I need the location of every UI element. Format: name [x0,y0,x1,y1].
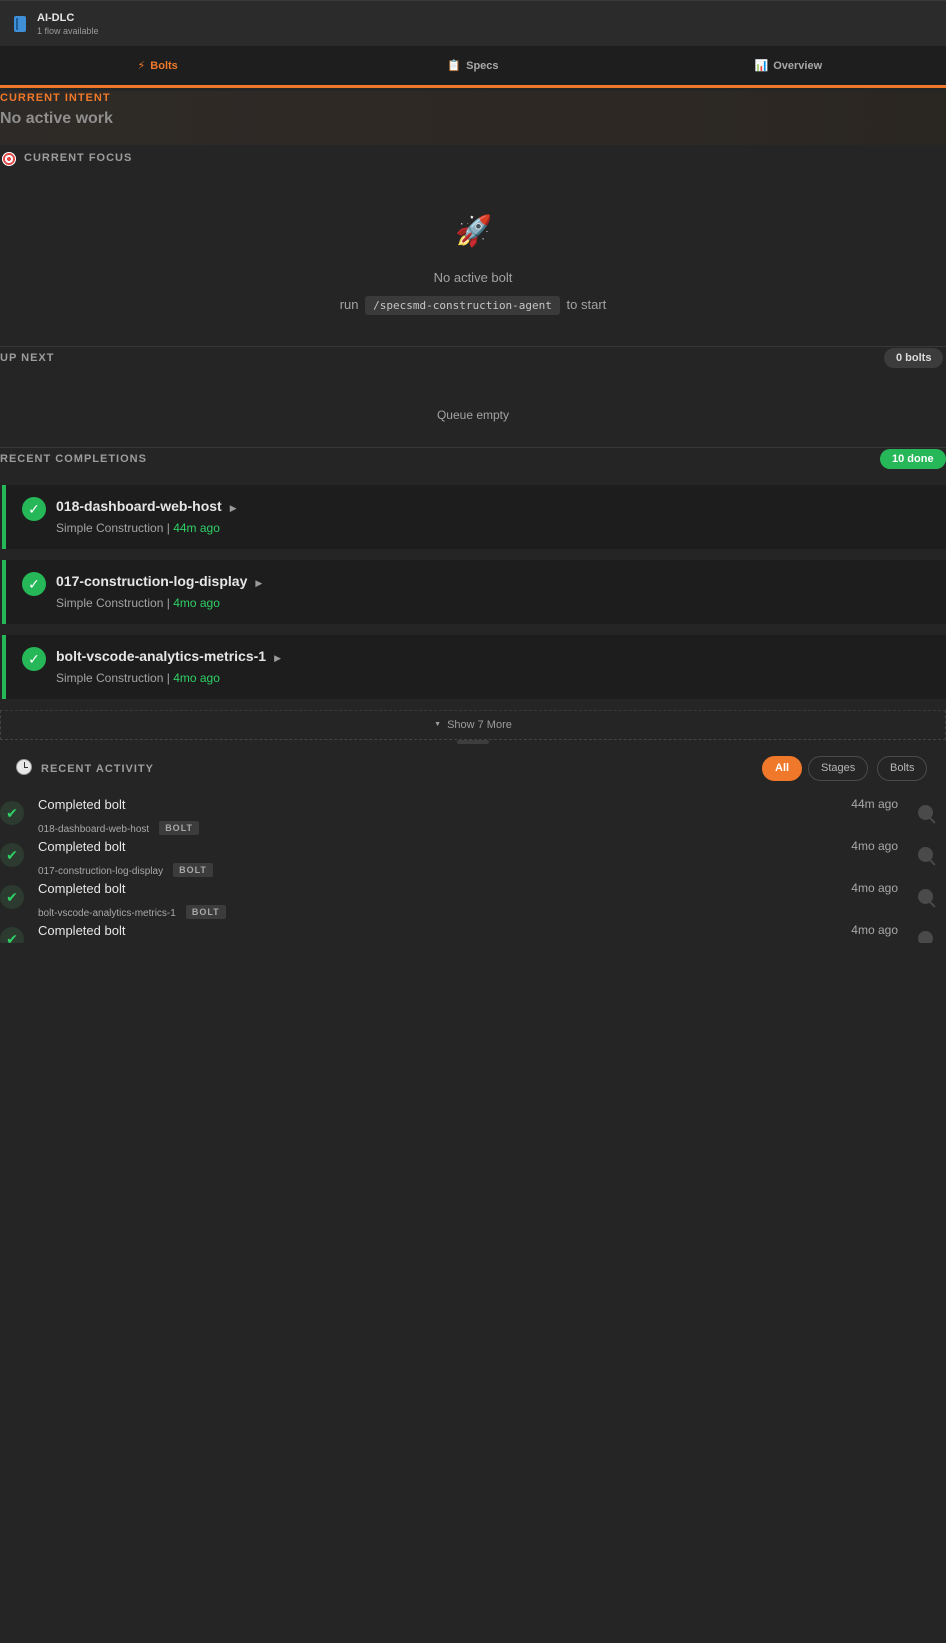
tab-bolts[interactable]: ⚡ Bolts [0,46,316,88]
expand-arrow-icon[interactable]: ▶ [274,653,281,663]
completion-name: 018-dashboard-web-host ▶ [56,498,237,514]
divider [0,447,946,448]
magnifier-icon[interactable] [918,889,933,904]
construction-type: Simple Construction [56,521,164,535]
activity-title: Completed bolt [38,881,126,896]
up-next-label: UP NEXT [0,352,55,364]
completion-time: 4mo ago [173,596,220,610]
checkmark-icon: ✔ [0,927,24,943]
tab-label: Overview [773,59,823,72]
activity-bolt-id: 018-dashboard-web-host BOLT [38,821,200,835]
activity-title: Completed bolt [38,839,126,854]
activity-time: 44m ago [851,797,898,811]
app-header: AI-DLC 1 flow available [0,0,946,46]
check-icon: ✓ [22,647,46,671]
app-title: AI-DLC [37,11,75,24]
recent-completions-label: RECENT COMPLETIONS [0,453,147,465]
chart-icon: 📊 [754,60,769,72]
completion-time: 44m ago [173,521,220,535]
checkmark-icon: ✔ [0,885,24,909]
book-icon [14,15,26,32]
tab-specs[interactable]: 📋 Specs [315,46,630,85]
check-icon: ✓ [22,572,46,596]
check-icon: ✓ [22,497,46,521]
tab-bar: ⚡ Bolts 📋 Specs 📊 Overview [0,46,946,88]
queue-empty-text: Queue empty [436,408,510,422]
completion-name: 017-construction-log-display ▶ [56,573,262,589]
filter-all-button[interactable]: All [762,756,803,781]
activity-item[interactable]: ✔ Completed bolt 4mo ago [0,923,946,943]
rocket-icon: 🚀 [455,215,493,248]
up-next-count-badge: 0 bolts [884,348,944,368]
completion-meta: Simple Construction | 4mo ago [56,671,220,685]
magnifier-icon[interactable] [918,805,933,820]
completion-card[interactable]: ✓ bolt-vscode-analytics-metrics-1 ▶ Simpl… [2,635,946,699]
activity-title: Completed bolt [38,797,126,812]
clipboard-icon: 📋 [447,60,462,72]
activity-time: 4mo ago [851,923,898,937]
expand-arrow-icon[interactable]: ▶ [230,503,237,513]
app-subtitle: 1 flow available [37,25,99,36]
completion-card[interactable]: ✓ 017-construction-log-display ▶ Simple C… [2,560,946,624]
current-intent-banner: CURRENT INTENT No active work [0,91,946,145]
lightning-icon: ⚡ [137,60,146,72]
divider [0,346,946,347]
filter-bolts-button[interactable]: Bolts [877,756,928,781]
caret-down-icon: ▼ [434,721,442,728]
bolt-id: 018-dashboard-web-host [38,824,150,835]
completion-meta: Simple Construction | 4mo ago [56,596,220,610]
bolt-name: 017-construction-log-display [56,573,248,589]
no-active-bolt-text: No active bolt [433,270,513,285]
current-intent-label: CURRENT INTENT [0,92,111,104]
recent-activity-label: RECENT ACTIVITY [41,763,154,775]
completions-count-badge: 10 done [880,449,946,469]
bolt-badge: BOLT [185,905,226,919]
run-suffix: to start [566,297,607,312]
tab-label: Bolts [150,59,178,72]
tab-label: Specs [466,59,499,72]
clock-icon [16,759,32,775]
completion-name: bolt-vscode-analytics-metrics-1 ▶ [56,648,281,664]
resize-handle[interactable] [457,740,489,744]
bolt-name: bolt-vscode-analytics-metrics-1 [56,648,267,664]
bolt-id: bolt-vscode-analytics-metrics-1 [38,908,176,919]
completion-time: 4mo ago [173,671,220,685]
activity-title: Completed bolt [38,923,126,938]
construction-type: Simple Construction [56,596,164,610]
bolt-name: 018-dashboard-web-host [56,498,222,514]
filter-stages-button[interactable]: Stages [808,756,869,781]
show-more-button[interactable]: ▼ Show 7 More [0,710,946,740]
activity-item[interactable]: ✔ Completed bolt 018-dashboard-web-host B… [0,797,946,839]
current-intent-value: No active work [0,110,113,127]
tab-overview[interactable]: 📊 Overview [631,46,946,85]
completion-meta: Simple Construction | 44m ago [56,521,220,535]
checkmark-icon: ✔ [0,843,24,867]
bolt-badge: BOLT [159,821,200,835]
activity-bolt-id: 017-construction-log-display BOLT [38,863,213,877]
run-prefix: run [339,297,359,312]
bolt-badge: BOLT [173,863,213,877]
command-code: /specsmd-construction-agent [365,296,560,315]
activity-item[interactable]: ✔ Completed bolt bolt-vscode-analytics-m… [0,881,946,923]
activity-bolt-id: bolt-vscode-analytics-metrics-1 BOLT [38,905,226,919]
activity-time: 4mo ago [851,839,898,853]
activity-time: 4mo ago [851,881,898,895]
completion-card[interactable]: ✓ 018-dashboard-web-host ▶ Simple Constru… [2,485,946,549]
activity-item[interactable]: ✔ Completed bolt 017-construction-log-di… [0,839,946,881]
target-icon [2,152,16,166]
checkmark-icon: ✔ [0,801,24,825]
show-more-label: Show 7 More [447,719,512,731]
construction-type: Simple Construction [56,671,164,685]
current-focus-label: CURRENT FOCUS [24,152,133,164]
expand-arrow-icon[interactable]: ▶ [255,578,262,588]
magnifier-icon[interactable] [918,847,933,862]
bolt-id: 017-construction-log-display [38,866,164,877]
run-command-hint: run /specsmd-construction-agent to start [0,296,946,315]
magnifier-icon[interactable] [918,931,933,943]
